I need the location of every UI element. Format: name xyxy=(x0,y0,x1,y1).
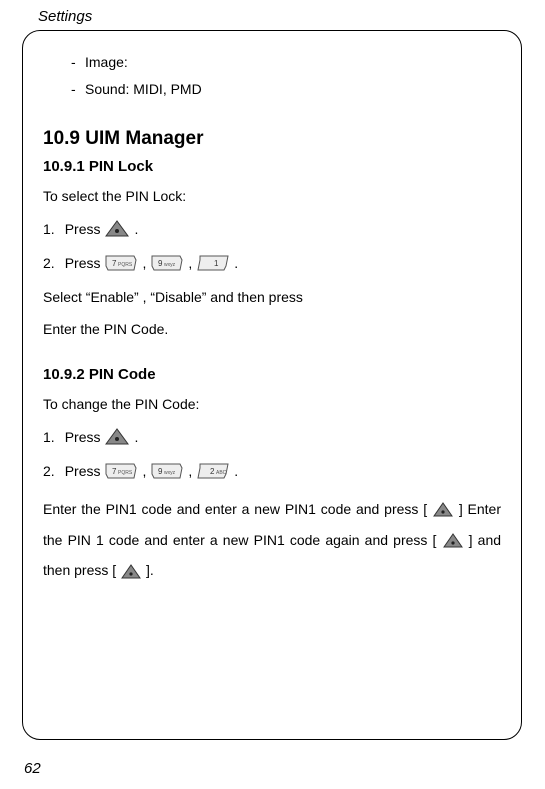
svg-text:9: 9 xyxy=(158,467,163,476)
bullet-item: -Image: xyxy=(71,49,501,76)
comma: , xyxy=(188,463,192,479)
step-text: Press xyxy=(65,463,101,479)
comma: , xyxy=(188,255,192,271)
svg-text:PQRS: PQRS xyxy=(118,470,133,476)
bullet-list: -Image: -Sound: MIDI, PMD xyxy=(71,49,501,102)
period: . xyxy=(134,429,138,445)
instruction-text: Select “Enable” , “Disable” and then pre… xyxy=(43,286,501,308)
softkey-icon xyxy=(104,218,130,240)
svg-text:2: 2 xyxy=(210,467,215,476)
step-2: 2. Press 7 PQRS , 9 wxyz , 2 ABC . xyxy=(43,462,501,480)
svg-text:7: 7 xyxy=(112,259,117,268)
step-number: 2. xyxy=(43,255,55,271)
period: . xyxy=(234,463,238,479)
step-1: 1. Press . xyxy=(43,218,501,240)
softkey-icon xyxy=(104,426,130,448)
svg-text:ABC: ABC xyxy=(216,470,227,476)
key-7-icon: 7 PQRS xyxy=(104,462,138,480)
instruction-text: Enter the PIN Code. xyxy=(43,318,501,340)
comma: , xyxy=(142,463,146,479)
key-9-icon: 9 wxyz xyxy=(150,462,184,480)
svg-text:wxyz: wxyz xyxy=(164,262,176,268)
paragraph: Enter the PIN1 code and enter a new PIN1… xyxy=(43,494,501,586)
intro-text: To select the PIN Lock: xyxy=(43,185,501,207)
intro-text: To change the PIN Code: xyxy=(43,393,501,415)
subsection-heading: 10.9.1 PIN Lock xyxy=(43,158,501,175)
bullet-item: -Sound: MIDI, PMD xyxy=(71,76,501,103)
key-2-icon: 2 ABC xyxy=(196,462,230,480)
step-1: 1. Press . xyxy=(43,426,501,448)
svg-text:7: 7 xyxy=(112,467,117,476)
step-number: 1. xyxy=(43,221,55,237)
bullet-text: Sound: MIDI, PMD xyxy=(85,81,202,97)
content-frame: -Image: -Sound: MIDI, PMD 10.9 UIM Manag… xyxy=(22,30,522,740)
section-heading: 10.9 UIM Manager xyxy=(43,128,501,150)
svg-text:PQRS: PQRS xyxy=(118,262,133,268)
step-number: 1. xyxy=(43,429,55,445)
period: . xyxy=(234,255,238,271)
softkey-icon xyxy=(120,563,142,581)
page-header: Settings xyxy=(38,8,92,25)
key-7-icon: 7 PQRS xyxy=(104,254,138,272)
step-2: 2. Press 7 PQRS , 9 wxyz , 1 . xyxy=(43,254,501,272)
para-text: Enter the PIN1 code and enter a new PIN1… xyxy=(43,501,427,517)
subsection-heading: 10.9.2 PIN Code xyxy=(43,366,501,383)
page-number: 62 xyxy=(24,760,41,777)
step-number: 2. xyxy=(43,463,55,479)
key-1-icon: 1 xyxy=(196,254,230,272)
svg-text:wxyz: wxyz xyxy=(164,470,176,476)
period: . xyxy=(134,221,138,237)
step-text: Press xyxy=(65,429,101,445)
step-text: Press xyxy=(65,255,101,271)
bullet-text: Image: xyxy=(85,54,128,70)
para-text: ]. xyxy=(146,562,154,578)
softkey-icon xyxy=(442,532,464,550)
step-text: Press xyxy=(65,221,101,237)
svg-text:9: 9 xyxy=(158,259,163,268)
svg-text:1: 1 xyxy=(214,259,219,268)
key-9-icon: 9 wxyz xyxy=(150,254,184,272)
comma: , xyxy=(142,255,146,271)
softkey-icon xyxy=(432,501,454,519)
